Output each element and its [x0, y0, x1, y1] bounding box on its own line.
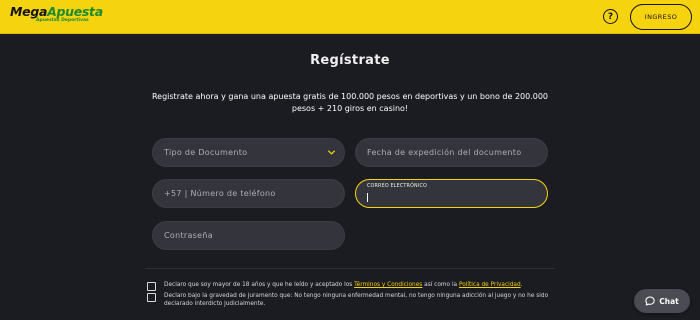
- promo-subtitle: Registrate ahora y gana una apuesta grat…: [151, 92, 549, 113]
- document-type-select[interactable]: Tipo de Documento: [152, 138, 345, 167]
- chat-label: Chat: [659, 296, 679, 306]
- document-date-field[interactable]: Fecha de expedición del documento: [355, 138, 548, 167]
- login-button[interactable]: INGRESO: [630, 4, 692, 30]
- health-declaration-text: Declaro bajo la gravedad de juramento qu…: [164, 293, 549, 307]
- health-consent-row: Declaro bajo la gravedad de juramento qu…: [147, 292, 559, 308]
- text-cursor: [367, 193, 368, 202]
- chevron-down-icon: [328, 150, 335, 155]
- terms-suffix-text: .: [520, 282, 523, 288]
- terms-consent-text: Declaro que soy mayor de 18 años y que h…: [164, 281, 559, 289]
- top-header-bar: MegaApuesta Apuestas Deportivas ? INGRES…: [0, 0, 700, 34]
- logo-apuesta-text: Apuesta: [47, 4, 103, 19]
- email-field-label: CORREO ELECTRÓNICO: [367, 184, 427, 189]
- privacy-policy-link[interactable]: Política de Privacidad: [459, 282, 521, 288]
- password-field[interactable]: Contraseña: [152, 221, 345, 250]
- terms-conditions-link[interactable]: Términos y Condiciones: [354, 282, 422, 288]
- megapuesta-logo[interactable]: MegaApuesta Apuestas Deportivas: [10, 5, 103, 29]
- password-placeholder: Contraseña: [164, 231, 213, 240]
- page-title: Regístrate: [310, 53, 390, 68]
- document-date-placeholder: Fecha de expedición del documento: [367, 148, 522, 157]
- email-field[interactable]: CORREO ELECTRÓNICO: [355, 179, 548, 208]
- phone-field[interactable]: +57 | Número de teléfono: [152, 179, 345, 208]
- logo-mega-text: Mega: [10, 4, 48, 19]
- logo-wordmark: MegaApuesta: [10, 5, 103, 18]
- section-divider: [145, 268, 555, 269]
- health-declaration-checkbox[interactable]: [147, 293, 156, 302]
- terms-middle-text: así como la: [422, 282, 459, 288]
- terms-consent-row: Declaro que soy mayor de 18 años y que h…: [147, 281, 559, 291]
- phone-placeholder: +57 | Número de teléfono: [164, 189, 276, 198]
- document-type-placeholder: Tipo de Documento: [164, 148, 248, 157]
- chat-bubble-icon: [645, 296, 655, 306]
- chat-button[interactable]: Chat: [634, 289, 690, 313]
- terms-checkbox[interactable]: [147, 282, 156, 291]
- question-circle-icon: ?: [607, 11, 614, 22]
- terms-prefix-text: Declaro que soy mayor de 18 años y que h…: [164, 282, 355, 288]
- help-button[interactable]: ?: [603, 9, 618, 24]
